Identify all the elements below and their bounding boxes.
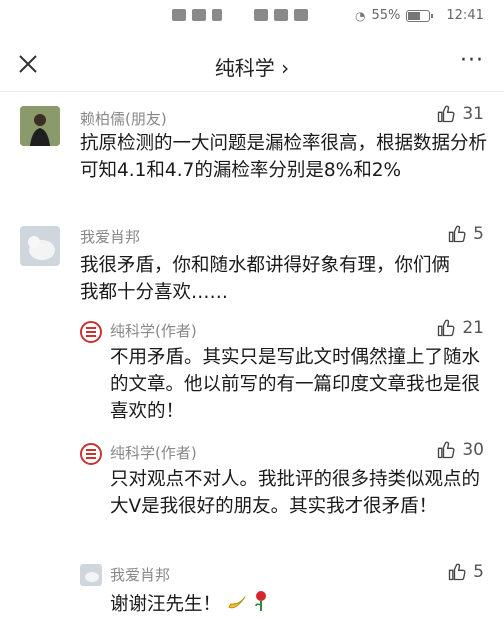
like-button[interactable]: 21: [436, 318, 484, 338]
comment-text: 我很矛盾，你和随水都讲得好象有理，你们俩我都十分喜欢……: [80, 255, 451, 303]
comment-author[interactable]: 我爱肖邦: [110, 564, 170, 585]
comment-author[interactable]: 赖柏儒(朋友): [80, 108, 167, 129]
clock: 12:41: [446, 8, 484, 23]
comment-line: 谢谢汪先生！: [110, 590, 490, 620]
app-notification-icon: [254, 9, 268, 21]
like-button[interactable]: 5: [447, 224, 484, 244]
more-icon[interactable]: ···: [460, 48, 484, 73]
thumbs-up-icon: [449, 225, 466, 243]
comment-text: 抗原检测的一大问题是漏检率很高，根据数据分析可知4.1和4.7的漏检率分别是8%…: [80, 133, 488, 181]
author-avatar[interactable]: [80, 443, 102, 465]
like-count: 31: [462, 104, 484, 124]
rose-icon: [253, 590, 269, 620]
comment-author[interactable]: 我爱肖邦: [80, 226, 140, 247]
comment-author[interactable]: 纯科学(作者): [110, 320, 197, 341]
comment-text: 谢谢汪先生！: [110, 594, 222, 615]
app-notification-icon: [294, 9, 308, 21]
comment-text: 不用矛盾。其实只是写此文时偶然撞上了随水的文章。他以前写的有一篇印度文章我也是很…: [110, 347, 481, 422]
notification-icons: [172, 9, 308, 21]
like-button[interactable]: 30: [436, 440, 484, 460]
avatar[interactable]: [20, 106, 60, 146]
avatar[interactable]: [80, 564, 102, 586]
like-count: 30: [462, 440, 484, 460]
battery-percent: 55%: [371, 8, 401, 23]
like-button[interactable]: 31: [436, 104, 484, 124]
nav-bar: 纯科学 › ···: [0, 38, 504, 92]
comment-author[interactable]: 纯科学(作者): [110, 442, 197, 463]
comment-text: 只对观点不对人。我批评的很多持类似观点的大V是我很好的朋友。其实我才很矛盾！: [110, 469, 481, 517]
thumbs-up-icon: [438, 319, 455, 337]
thumbs-up-icon: [438, 105, 455, 123]
avatar[interactable]: [20, 226, 60, 266]
like-button[interactable]: 5: [447, 562, 484, 582]
author-avatar[interactable]: [80, 321, 102, 343]
app-notification-icon: [212, 9, 222, 21]
status-bar: ◔ 55% 12:41: [0, 0, 504, 34]
thumbs-up-icon: [438, 441, 455, 459]
battery-icon: [406, 9, 434, 22]
app-notification-icon: [172, 9, 186, 21]
page-title[interactable]: 纯科学 ›: [0, 52, 504, 81]
image-notification-icon: [192, 9, 206, 21]
app-notification-icon: [274, 9, 288, 21]
like-count: 21: [462, 318, 484, 338]
like-count: 5: [473, 224, 484, 244]
like-count: 5: [473, 562, 484, 582]
banana-icon: [227, 592, 247, 619]
thumbs-up-icon: [449, 563, 466, 581]
wifi-icon: ◔: [355, 8, 366, 23]
